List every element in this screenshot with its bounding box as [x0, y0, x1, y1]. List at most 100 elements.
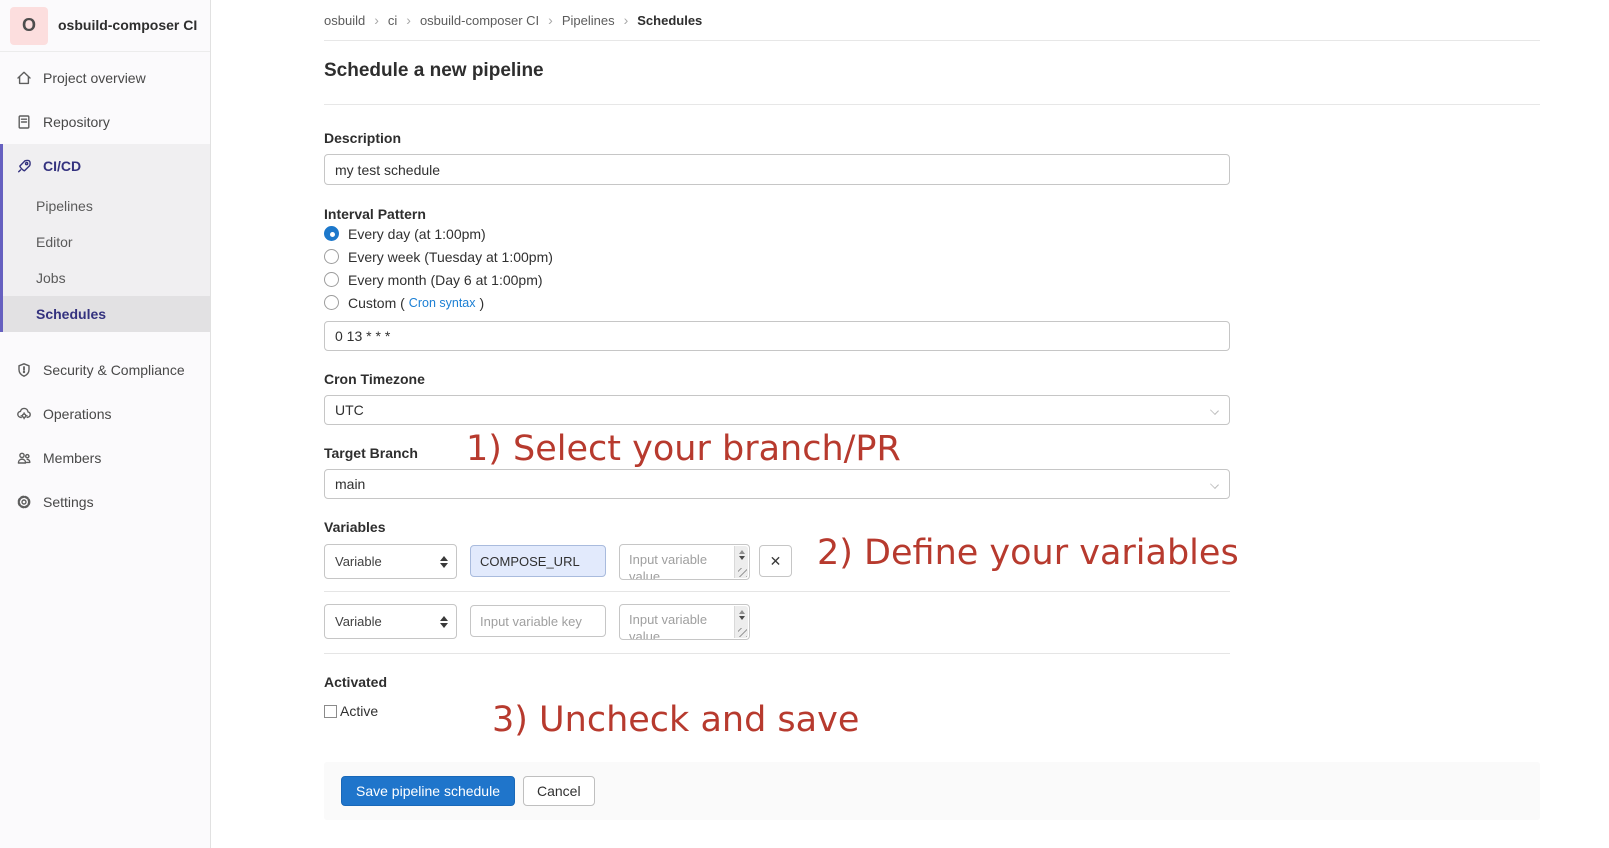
- radio-label: Every month (Day 6 at 1:00pm): [348, 272, 543, 288]
- resize-grip[interactable]: [738, 568, 747, 577]
- selected-branch: main: [335, 476, 365, 492]
- breadcrumb-item-pipelines[interactable]: Pipelines: [562, 13, 615, 28]
- radio-button: [324, 272, 339, 287]
- members-icon: [16, 450, 32, 466]
- operations-icon: [16, 406, 32, 422]
- page-content: Schedule a new pipeline Description my t…: [211, 60, 1609, 820]
- radio-every-month[interactable]: Every month (Day 6 at 1:00pm): [324, 268, 1230, 291]
- description-input[interactable]: my test schedule: [324, 154, 1230, 185]
- active-checkbox[interactable]: [324, 705, 337, 718]
- chevron-right-icon: ›: [374, 12, 379, 28]
- sidebar-nav: Project overview Repository: [0, 52, 210, 524]
- scroll-up-icon: [739, 550, 745, 554]
- variable-type-select[interactable]: Variable: [324, 544, 457, 579]
- breadcrumb-item-osbuild[interactable]: osbuild: [324, 13, 365, 28]
- variables-divider: [324, 653, 1230, 654]
- sidebar-item-repository[interactable]: Repository: [0, 100, 210, 144]
- variable-key-input[interactable]: Input variable key: [470, 605, 606, 637]
- project-avatar: O: [10, 7, 48, 45]
- sidebar-subitem-label: Pipelines: [36, 198, 93, 214]
- cron-pattern-input[interactable]: 0 13 * * *: [324, 321, 1230, 351]
- title-divider: [324, 104, 1540, 105]
- chevron-down-icon: [1210, 480, 1219, 489]
- sidebar-item-operations[interactable]: Operations: [0, 392, 210, 436]
- sidebar-item-label: Security & Compliance: [43, 362, 185, 378]
- cron-timezone-label: Cron Timezone: [324, 371, 1230, 387]
- cron-timezone-select[interactable]: UTC: [324, 395, 1230, 425]
- sidebar-item-editor[interactable]: Editor: [3, 224, 210, 260]
- nav-spacer: [0, 332, 210, 348]
- schedule-form: Description my test schedule Interval Pa…: [324, 130, 1230, 719]
- chevron-right-icon: ›: [624, 12, 629, 28]
- cancel-button[interactable]: Cancel: [523, 776, 595, 806]
- sidebar-item-pipelines[interactable]: Pipelines: [3, 188, 210, 224]
- active-checkbox-row[interactable]: Active: [324, 703, 1230, 719]
- updown-arrows-icon: [440, 556, 448, 568]
- sidebar-item-label: Settings: [43, 494, 94, 510]
- activated-label: Activated: [324, 674, 1230, 690]
- sidebar-subitem-label: Editor: [36, 234, 73, 250]
- radio-custom[interactable]: Custom ( Cron syntax ): [324, 291, 1230, 314]
- description-label: Description: [324, 130, 1230, 146]
- remove-variable-button[interactable]: ✕: [759, 545, 792, 577]
- chevron-right-icon: ›: [406, 12, 411, 28]
- variable-value-textarea[interactable]: Input variable value: [619, 544, 750, 580]
- radio-label: ): [480, 295, 485, 311]
- sidebar-item-label: Repository: [43, 114, 110, 130]
- breadcrumb-item-schedules: Schedules: [637, 13, 702, 28]
- chevron-down-icon: [1210, 406, 1219, 415]
- variables-label: Variables: [324, 519, 1230, 535]
- target-branch-label: Target Branch: [324, 445, 1230, 461]
- active-checkbox-label: Active: [340, 703, 378, 719]
- radio-every-week[interactable]: Every week (Tuesday at 1:00pm): [324, 245, 1230, 268]
- sidebar-item-label: CI/CD: [43, 158, 81, 174]
- target-branch-select[interactable]: main: [324, 469, 1230, 499]
- radio-button: [324, 295, 339, 310]
- variable-type-select[interactable]: Variable: [324, 604, 457, 639]
- main-area: osbuild › ci › osbuild-composer CI › Pip…: [211, 0, 1609, 848]
- sidebar-item-jobs[interactable]: Jobs: [3, 260, 210, 296]
- breadcrumb-item-project[interactable]: osbuild-composer CI: [420, 13, 539, 28]
- document-icon: [16, 114, 32, 130]
- sidebar-item-schedules[interactable]: Schedules: [3, 296, 210, 332]
- radio-label: Every week (Tuesday at 1:00pm): [348, 249, 553, 265]
- breadcrumb-divider: [324, 40, 1540, 41]
- cron-syntax-link[interactable]: Cron syntax: [409, 296, 476, 310]
- sidebar-item-label: Members: [43, 450, 101, 466]
- shield-icon: [16, 362, 32, 378]
- sidebar-subitem-label: Schedules: [36, 306, 106, 322]
- radio-every-day[interactable]: Every day (at 1:00pm): [324, 222, 1230, 245]
- home-icon: [16, 70, 32, 86]
- breadcrumb: osbuild › ci › osbuild-composer CI › Pip…: [211, 0, 1609, 40]
- sidebar-item-label: Project overview: [43, 70, 146, 86]
- sidebar-item-settings[interactable]: Settings: [0, 480, 210, 524]
- save-pipeline-schedule-button[interactable]: Save pipeline schedule: [341, 776, 515, 806]
- breadcrumb-item-ci[interactable]: ci: [388, 13, 397, 28]
- project-header[interactable]: O osbuild-composer CI: [0, 0, 210, 52]
- variable-value-textarea[interactable]: Input variable value: [619, 604, 750, 640]
- chevron-right-icon: ›: [548, 12, 553, 28]
- variable-key-input[interactable]: COMPOSE_URL: [470, 545, 606, 577]
- sidebar-item-cicd[interactable]: CI/CD: [3, 144, 210, 188]
- sidebar-item-security-compliance[interactable]: Security & Compliance: [0, 348, 210, 392]
- sidebar-item-project-overview[interactable]: Project overview: [0, 56, 210, 100]
- radio-label: Every day (at 1:00pm): [348, 226, 486, 242]
- variable-row: Variable Input variable key Input variab…: [324, 604, 1230, 640]
- variable-row: Variable COMPOSE_URL Input variable valu…: [324, 544, 1230, 580]
- radio-button: [324, 226, 339, 241]
- radio-button: [324, 249, 339, 264]
- sidebar-item-members[interactable]: Members: [0, 436, 210, 480]
- scroll-down-icon: [739, 616, 745, 620]
- radio-label: Custom (: [348, 295, 405, 311]
- scroll-down-icon: [739, 556, 745, 560]
- rocket-icon: [16, 158, 32, 174]
- sidebar-item-label: Operations: [43, 406, 111, 422]
- project-name: osbuild-composer CI: [58, 17, 197, 33]
- variables-divider: [324, 591, 1230, 592]
- updown-arrows-icon: [440, 616, 448, 628]
- project-sidebar: O osbuild-composer CI Project overview R…: [0, 0, 211, 848]
- resize-grip[interactable]: [738, 628, 747, 637]
- sidebar-section-cicd: CI/CD Pipelines Editor Jobs Schedules: [0, 144, 210, 332]
- page-title: Schedule a new pipeline: [324, 60, 1540, 82]
- interval-pattern-label: Interval Pattern: [324, 206, 1230, 222]
